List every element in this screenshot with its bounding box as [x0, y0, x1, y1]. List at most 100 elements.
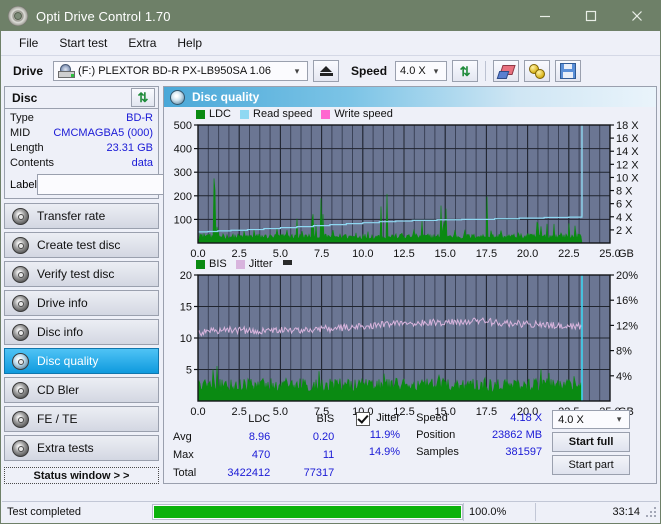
svg-text:15: 15: [180, 302, 192, 314]
drive-toolbar: Drive (F:) PLEXTOR BD-R PX-LB950SA 1.06 …: [1, 56, 660, 86]
svg-text:20%: 20%: [616, 271, 638, 282]
ldc-chart-legend: LDC Read speed Write speed: [196, 108, 393, 120]
sidebar-item-label: Disc quality: [37, 354, 99, 368]
sidebar-item-create-test-disc[interactable]: Create test disc: [4, 232, 159, 258]
speed-select[interactable]: 4.0 X ▾: [395, 61, 448, 81]
start-part-button[interactable]: Start part: [552, 455, 631, 475]
start-full-button[interactable]: Start full: [552, 432, 631, 452]
legend-swatch-jitter: [235, 259, 245, 269]
svg-text:200: 200: [174, 191, 192, 203]
test-speed-select[interactable]: 4.0 X ▾: [552, 410, 631, 429]
ldc-read-speed-chart: 1002003004005002 X4 X6 X8 X10 X12 X14 X1…: [174, 121, 640, 260]
erase-button[interactable]: [493, 60, 520, 82]
svg-text:16 X: 16 X: [616, 133, 639, 145]
sidebar-item-cd-bler[interactable]: CD Bler: [4, 377, 159, 403]
svg-text:18 X: 18 X: [616, 121, 639, 132]
disc-icon: [12, 381, 29, 399]
sidebar-item-drive-info[interactable]: Drive info: [4, 290, 159, 316]
disc-row-key: MID: [10, 127, 31, 139]
sidebar-item-label: FE / TE: [37, 412, 78, 426]
refresh-icon: ⇅: [137, 90, 149, 105]
stats-ldc-total: 3422412: [227, 467, 271, 480]
progress-bar: [152, 504, 463, 520]
drive-icon: [58, 64, 76, 78]
legend-label-bis: BIS: [209, 258, 227, 270]
stats-header-row: LDC BIS: [169, 410, 338, 428]
disc-icon: [12, 294, 29, 312]
jitter-marker-icon: [282, 259, 292, 265]
maximize-button[interactable]: [568, 1, 614, 31]
disc-row-contents: Contents data: [10, 156, 153, 171]
sidebar-item-verify-test-disc[interactable]: Verify test disc: [4, 261, 159, 287]
jitter-toggle[interactable]: Jitter: [356, 410, 400, 427]
svg-text:22.5: 22.5: [558, 248, 579, 260]
svg-text:10.0: 10.0: [352, 248, 373, 260]
menu-file[interactable]: File: [10, 34, 47, 52]
svg-text:12.5: 12.5: [393, 248, 414, 260]
refresh-icon: ⇅: [459, 63, 471, 79]
drive-select[interactable]: (F:) PLEXTOR BD-R PX-LB950SA 1.06 ▾: [53, 61, 309, 81]
disc-icon: [12, 236, 29, 254]
stats-row-key: Avg: [173, 430, 192, 443]
main-panel-header: Disc quality: [164, 87, 656, 107]
stats-ldc-max: 470: [251, 449, 271, 462]
sidebar-item-disc-quality[interactable]: Disc quality: [4, 348, 159, 374]
chevron-down-icon: ▾: [294, 65, 300, 76]
save-button[interactable]: [555, 60, 582, 82]
stats-row-key: Total: [173, 467, 197, 480]
refresh-button[interactable]: ⇅: [452, 60, 479, 82]
speed-readout-value: 4.18 X: [510, 412, 543, 424]
samples-readout-value: 381597: [505, 446, 543, 458]
app-disc-icon: [8, 6, 28, 26]
legend-label-write-speed: Write speed: [334, 108, 393, 120]
legend-swatch-write-speed: [321, 109, 331, 119]
resize-grip-icon[interactable]: [645, 506, 657, 518]
disc-icon: [12, 207, 29, 225]
progress-percent: 100.0%: [463, 503, 535, 521]
sidebar-item-label: Extra tests: [37, 441, 94, 455]
disc-icon: [12, 410, 29, 428]
drive-select-value: (F:) PLEXTOR BD-R PX-LB950SA 1.06: [78, 65, 272, 77]
charts-area: LDC Read speed Write speed 100 200 300 400 5…: [164, 107, 656, 418]
svg-text:20.0: 20.0: [517, 248, 538, 260]
gold-discs-icon: [529, 64, 546, 79]
minimize-button[interactable]: [522, 1, 568, 31]
svg-text:GB: GB: [618, 248, 634, 260]
menu-help[interactable]: Help: [168, 34, 211, 52]
svg-text:15.0: 15.0: [434, 248, 455, 260]
readout-column: Speed 4.18 X Position 23862 MB Samples 3…: [416, 410, 542, 483]
menu-extra[interactable]: Extra: [119, 34, 165, 52]
sidebar: Disc ⇅ Type BD-R MID CMCMAGBA5 (000) Len…: [4, 86, 241, 484]
stats-panel: LDC BIS Avg 8.96 0.20 Max 470 11 Total 3…: [164, 407, 656, 483]
disc-refresh-button[interactable]: ⇅: [131, 88, 155, 107]
settings-button[interactable]: [524, 60, 551, 82]
stats-row-key: Max: [173, 449, 194, 462]
disc-row-mid: MID CMCMAGBA5 (000): [10, 126, 153, 141]
sidebar-item-transfer-rate[interactable]: Transfer rate: [4, 203, 159, 229]
svg-text:5: 5: [186, 365, 192, 377]
title-bar: Opti Drive Control 1.70: [1, 1, 660, 31]
sidebar-item-extra-tests[interactable]: Extra tests: [4, 435, 159, 461]
svg-text:10: 10: [180, 333, 192, 345]
legend-swatch-read-speed: [240, 109, 250, 119]
svg-text:4 X: 4 X: [616, 212, 633, 224]
disc-row-key: Length: [10, 142, 44, 154]
eject-button[interactable]: [313, 60, 340, 82]
legend-label-jitter: Jitter: [248, 258, 273, 270]
disc-icon: [12, 439, 29, 457]
menu-start-test[interactable]: Start test: [50, 34, 116, 52]
window-title: Opti Drive Control 1.70: [36, 8, 171, 24]
status-window-button[interactable]: Status window > >: [4, 467, 159, 484]
disc-row-value: data: [131, 157, 153, 169]
sidebar-item-disc-info[interactable]: Disc info: [4, 319, 159, 345]
jitter-checkbox[interactable]: [356, 411, 371, 426]
position-readout-label: Position: [416, 429, 456, 441]
sidebar-item-fe-te[interactable]: FE / TE: [4, 406, 159, 432]
elapsed-time: 33:14: [535, 503, 645, 521]
speed-select-value: 4.0 X: [400, 65, 426, 77]
erase-icon: [496, 65, 516, 79]
stats-table: LDC BIS Avg 8.96 0.20 Max 470 11 Total 3…: [169, 410, 338, 483]
close-button[interactable]: [614, 1, 660, 31]
stats-col-bis: BIS: [316, 412, 335, 425]
samples-readout: Samples 381597: [416, 444, 542, 461]
